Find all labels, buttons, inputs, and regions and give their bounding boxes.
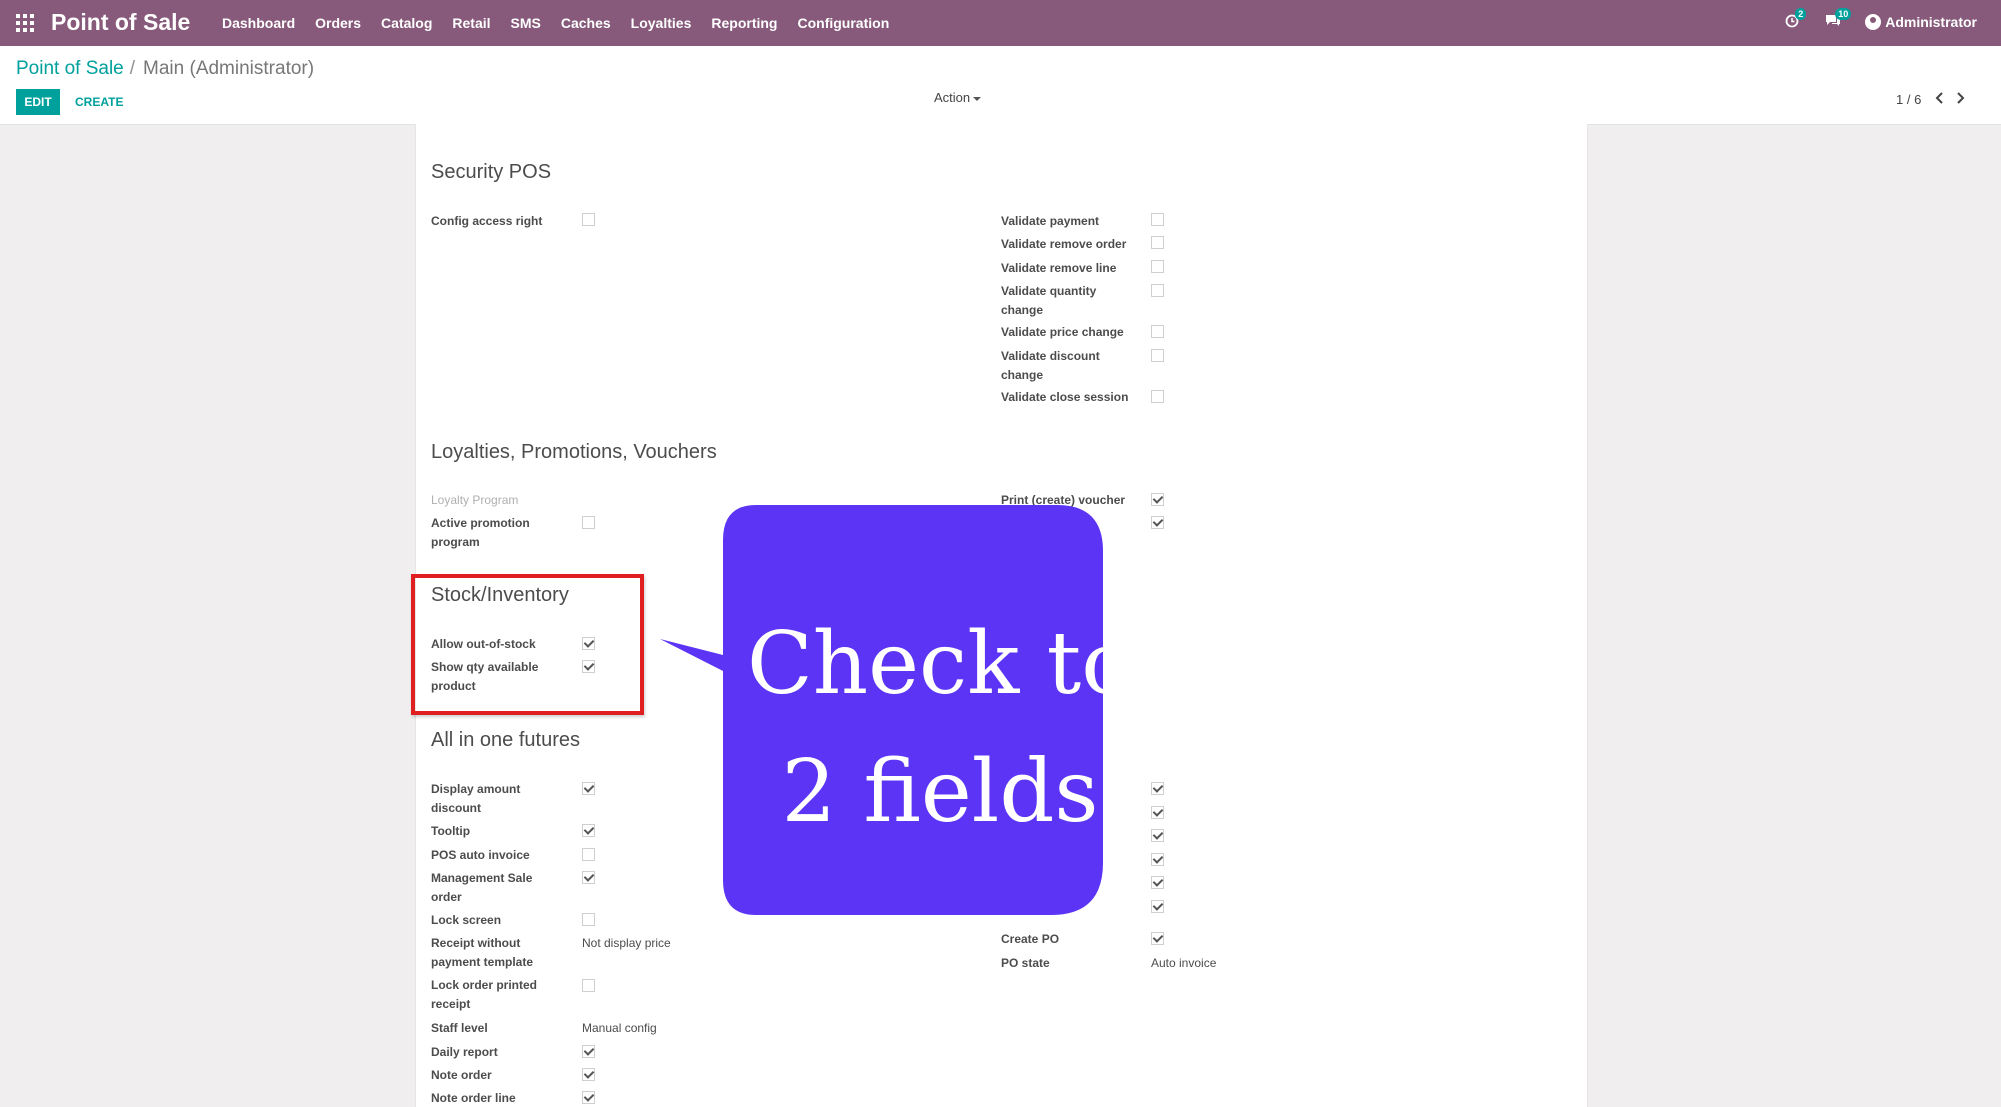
systray: 2 10 Administrator — [1785, 8, 1977, 32]
menu-orders[interactable]: Orders — [315, 15, 361, 31]
field-label: Active promotion program — [431, 516, 530, 549]
messages-chat-icon[interactable]: 10 — [1825, 8, 1852, 32]
field-label: Validate remove line — [1001, 261, 1117, 275]
previous-record-icon[interactable] — [1935, 92, 1944, 107]
menu-catalog[interactable]: Catalog — [381, 15, 432, 31]
receipt-template-value[interactable]: Not display price — [582, 934, 671, 953]
activity-badge: 2 — [1795, 8, 1807, 20]
field-label: Validate price change — [1001, 325, 1124, 339]
checkbox-validate-discount-change[interactable] — [1151, 349, 1164, 362]
main-menu: Dashboard Orders Catalog Retail SMS Cach… — [222, 15, 909, 31]
callout-text: Check to 2 fields — [725, 600, 1155, 856]
field-label: Note order — [431, 1068, 492, 1082]
checkbox-config-access-right[interactable] — [582, 213, 595, 226]
checkbox-active-promotion-program[interactable] — [582, 516, 595, 529]
pager-value[interactable]: 1 / 6 — [1896, 92, 1921, 107]
field-label: Staff level — [431, 1021, 488, 1035]
breadcrumb-parent[interactable]: Point of Sale — [16, 58, 124, 80]
checkbox-lock-order-printed-receipt[interactable] — [582, 979, 595, 992]
apps-menu-icon[interactable] — [16, 14, 34, 32]
menu-configuration[interactable]: Configuration — [797, 15, 889, 31]
field-label: Display amount discount — [431, 782, 521, 815]
section-title-loyalties: Loyalties, Promotions, Vouchers — [431, 441, 717, 463]
action-dropdown[interactable]: Action — [934, 90, 982, 105]
menu-loyalties[interactable]: Loyalties — [631, 15, 692, 31]
checkbox-display-amount-discount[interactable] — [582, 782, 595, 795]
control-panel: Point of Sale / Main (Administrator) EDI… — [0, 46, 2001, 125]
pager: 1 / 6 — [1896, 92, 1965, 107]
checkbox-note-order[interactable] — [582, 1068, 595, 1081]
checkbox-daily-report[interactable] — [582, 1045, 595, 1058]
staff-level-value[interactable]: Manual config — [582, 1019, 657, 1038]
checkbox-tooltip[interactable] — [582, 824, 595, 837]
field-label: Receipt without payment template — [431, 936, 534, 969]
action-label: Action — [934, 90, 971, 105]
field-label: Lock screen — [431, 913, 502, 927]
checkbox-validate-remove-order[interactable] — [1151, 236, 1164, 249]
checkbox-create-po[interactable] — [1151, 932, 1164, 945]
user-name: Administrator — [1885, 14, 1977, 30]
menu-dashboard[interactable]: Dashboard — [222, 15, 295, 31]
section-title-allinone: All in one futures — [431, 729, 580, 751]
field-label: Lock order printed receipt — [431, 978, 538, 1011]
activity-clock-icon[interactable]: 2 — [1785, 8, 1807, 32]
highlight-box — [411, 574, 644, 715]
field-label: POS auto invoice — [431, 848, 530, 862]
checkbox-lock-screen[interactable] — [582, 913, 595, 926]
field-label: Daily report — [431, 1045, 498, 1059]
callout-line-2: 2 fields — [781, 742, 1099, 842]
top-navbar: Point of Sale Dashboard Orders Catalog R… — [0, 0, 2001, 46]
callout-line-1: Check to — [746, 614, 1134, 714]
po-state-value[interactable]: Auto invoice — [1151, 954, 1216, 973]
breadcrumb: Point of Sale / Main (Administrator) — [16, 58, 314, 80]
field-label: Config access right — [431, 214, 543, 228]
field-label: Validate close session — [1001, 390, 1129, 404]
messages-badge: 10 — [1835, 8, 1852, 20]
checkbox-management-sale-order[interactable] — [582, 871, 595, 884]
create-button[interactable]: CREATE — [75, 95, 123, 109]
next-record-icon[interactable] — [1957, 92, 1965, 107]
field-label: Tooltip — [431, 824, 471, 838]
checkbox-validate-payment[interactable] — [1151, 213, 1164, 226]
checkbox-pos-auto-invoice[interactable] — [582, 848, 595, 861]
caret-down-icon — [973, 96, 982, 101]
section-title-security: Security POS — [431, 161, 552, 183]
user-menu[interactable]: Administrator — [1865, 14, 1977, 30]
field-label: Validate remove order — [1001, 237, 1127, 251]
avatar — [1865, 14, 1882, 30]
breadcrumb-current: Main (Administrator) — [143, 58, 315, 79]
field-label: Loyalty Program — [431, 493, 519, 507]
field-label: Validate quantity change — [1001, 284, 1097, 317]
field-label: Note order line — [431, 1091, 516, 1105]
field-label: PO state — [1001, 956, 1050, 970]
checkbox-validate-quantity-change[interactable] — [1151, 284, 1164, 297]
menu-caches[interactable]: Caches — [561, 15, 611, 31]
checkbox-validate-remove-line[interactable] — [1151, 260, 1164, 273]
field-label: Create PO — [1001, 932, 1060, 946]
field-label: Management Sale order — [431, 871, 533, 904]
menu-retail[interactable]: Retail — [452, 15, 490, 31]
menu-reporting[interactable]: Reporting — [711, 15, 777, 31]
checkbox-note-order-line[interactable] — [582, 1091, 595, 1104]
app-title[interactable]: Point of Sale — [51, 9, 190, 36]
checkbox-validate-close-session[interactable] — [1151, 390, 1164, 403]
field-label: Validate discount change — [1001, 349, 1100, 382]
menu-sms[interactable]: SMS — [511, 15, 541, 31]
checkbox-validate-price-change[interactable] — [1151, 325, 1164, 338]
field-label: Validate payment — [1001, 214, 1100, 228]
breadcrumb-separator: / — [129, 58, 136, 79]
edit-button[interactable]: EDIT — [16, 89, 60, 115]
